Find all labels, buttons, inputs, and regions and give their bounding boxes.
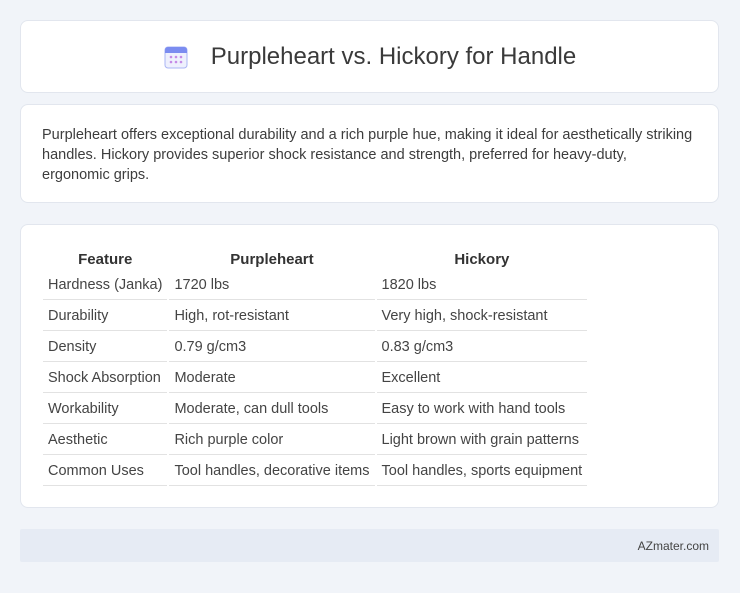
table-header-row: Feature Purpleheart Hickory — [43, 247, 587, 269]
column-header-purpleheart: Purpleheart — [230, 251, 314, 268]
feature-cell: Shock Absorption — [43, 364, 168, 393]
table-row: Aesthetic Rich purple color Light brown … — [43, 426, 588, 455]
feature-cell: Common Uses — [43, 457, 168, 486]
hickory-cell: Tool handles, sports equipment — [376, 457, 588, 486]
hickory-cell: 0.83 g/cm3 — [376, 333, 588, 362]
column-header-feature: Feature — [78, 251, 133, 268]
purpleheart-cell: 0.79 g/cm3 — [169, 333, 375, 362]
calendar-icon — [163, 44, 189, 70]
footer-brand: AZmater.com — [637, 538, 709, 553]
comparison-table: Feature Purpleheart Hickory Hardness (Ja… — [41, 245, 589, 488]
column-header-hickory: Hickory — [454, 251, 510, 268]
hickory-cell: Excellent — [376, 364, 588, 393]
table-row: Shock Absorption Moderate Excellent — [43, 364, 588, 393]
footer-bar: AZmater.com — [20, 529, 719, 562]
hickory-cell: Easy to work with hand tools — [376, 395, 588, 424]
hickory-cell: 1820 lbs — [376, 271, 588, 300]
feature-cell: Aesthetic — [43, 426, 168, 455]
feature-cell: Hardness (Janka) — [43, 271, 168, 300]
comparison-card: Feature Purpleheart Hickory Hardness (Ja… — [20, 224, 719, 508]
summary-card: Purpleheart offers exceptional durabilit… — [20, 104, 719, 203]
table-row: Hardness (Janka) 1720 lbs 1820 lbs — [43, 271, 588, 300]
purpleheart-cell: Moderate, can dull tools — [169, 395, 375, 424]
title-card: Purpleheart vs. Hickory for Handle — [20, 20, 719, 93]
purpleheart-cell: 1720 lbs — [169, 271, 375, 300]
purpleheart-cell: High, rot-resistant — [169, 302, 375, 331]
feature-cell: Density — [43, 333, 168, 362]
table-row: Durability High, rot-resistant Very high… — [43, 302, 588, 331]
table-row: Workability Moderate, can dull tools Eas… — [43, 395, 588, 424]
hickory-cell: Very high, shock-resistant — [376, 302, 588, 331]
page-title: Purpleheart vs. Hickory for Handle — [210, 42, 577, 70]
summary-text: Purpleheart offers exceptional durabilit… — [42, 127, 693, 183]
table-row: Common Uses Tool handles, decorative ite… — [43, 457, 588, 486]
hickory-cell: Light brown with grain patterns — [376, 426, 588, 455]
purpleheart-cell: Tool handles, decorative items — [169, 457, 375, 486]
feature-cell: Durability — [43, 302, 168, 331]
table-row: Density 0.79 g/cm3 0.83 g/cm3 — [43, 333, 588, 362]
feature-cell: Workability — [43, 395, 168, 424]
purpleheart-cell: Rich purple color — [169, 426, 375, 455]
purpleheart-cell: Moderate — [169, 364, 375, 393]
